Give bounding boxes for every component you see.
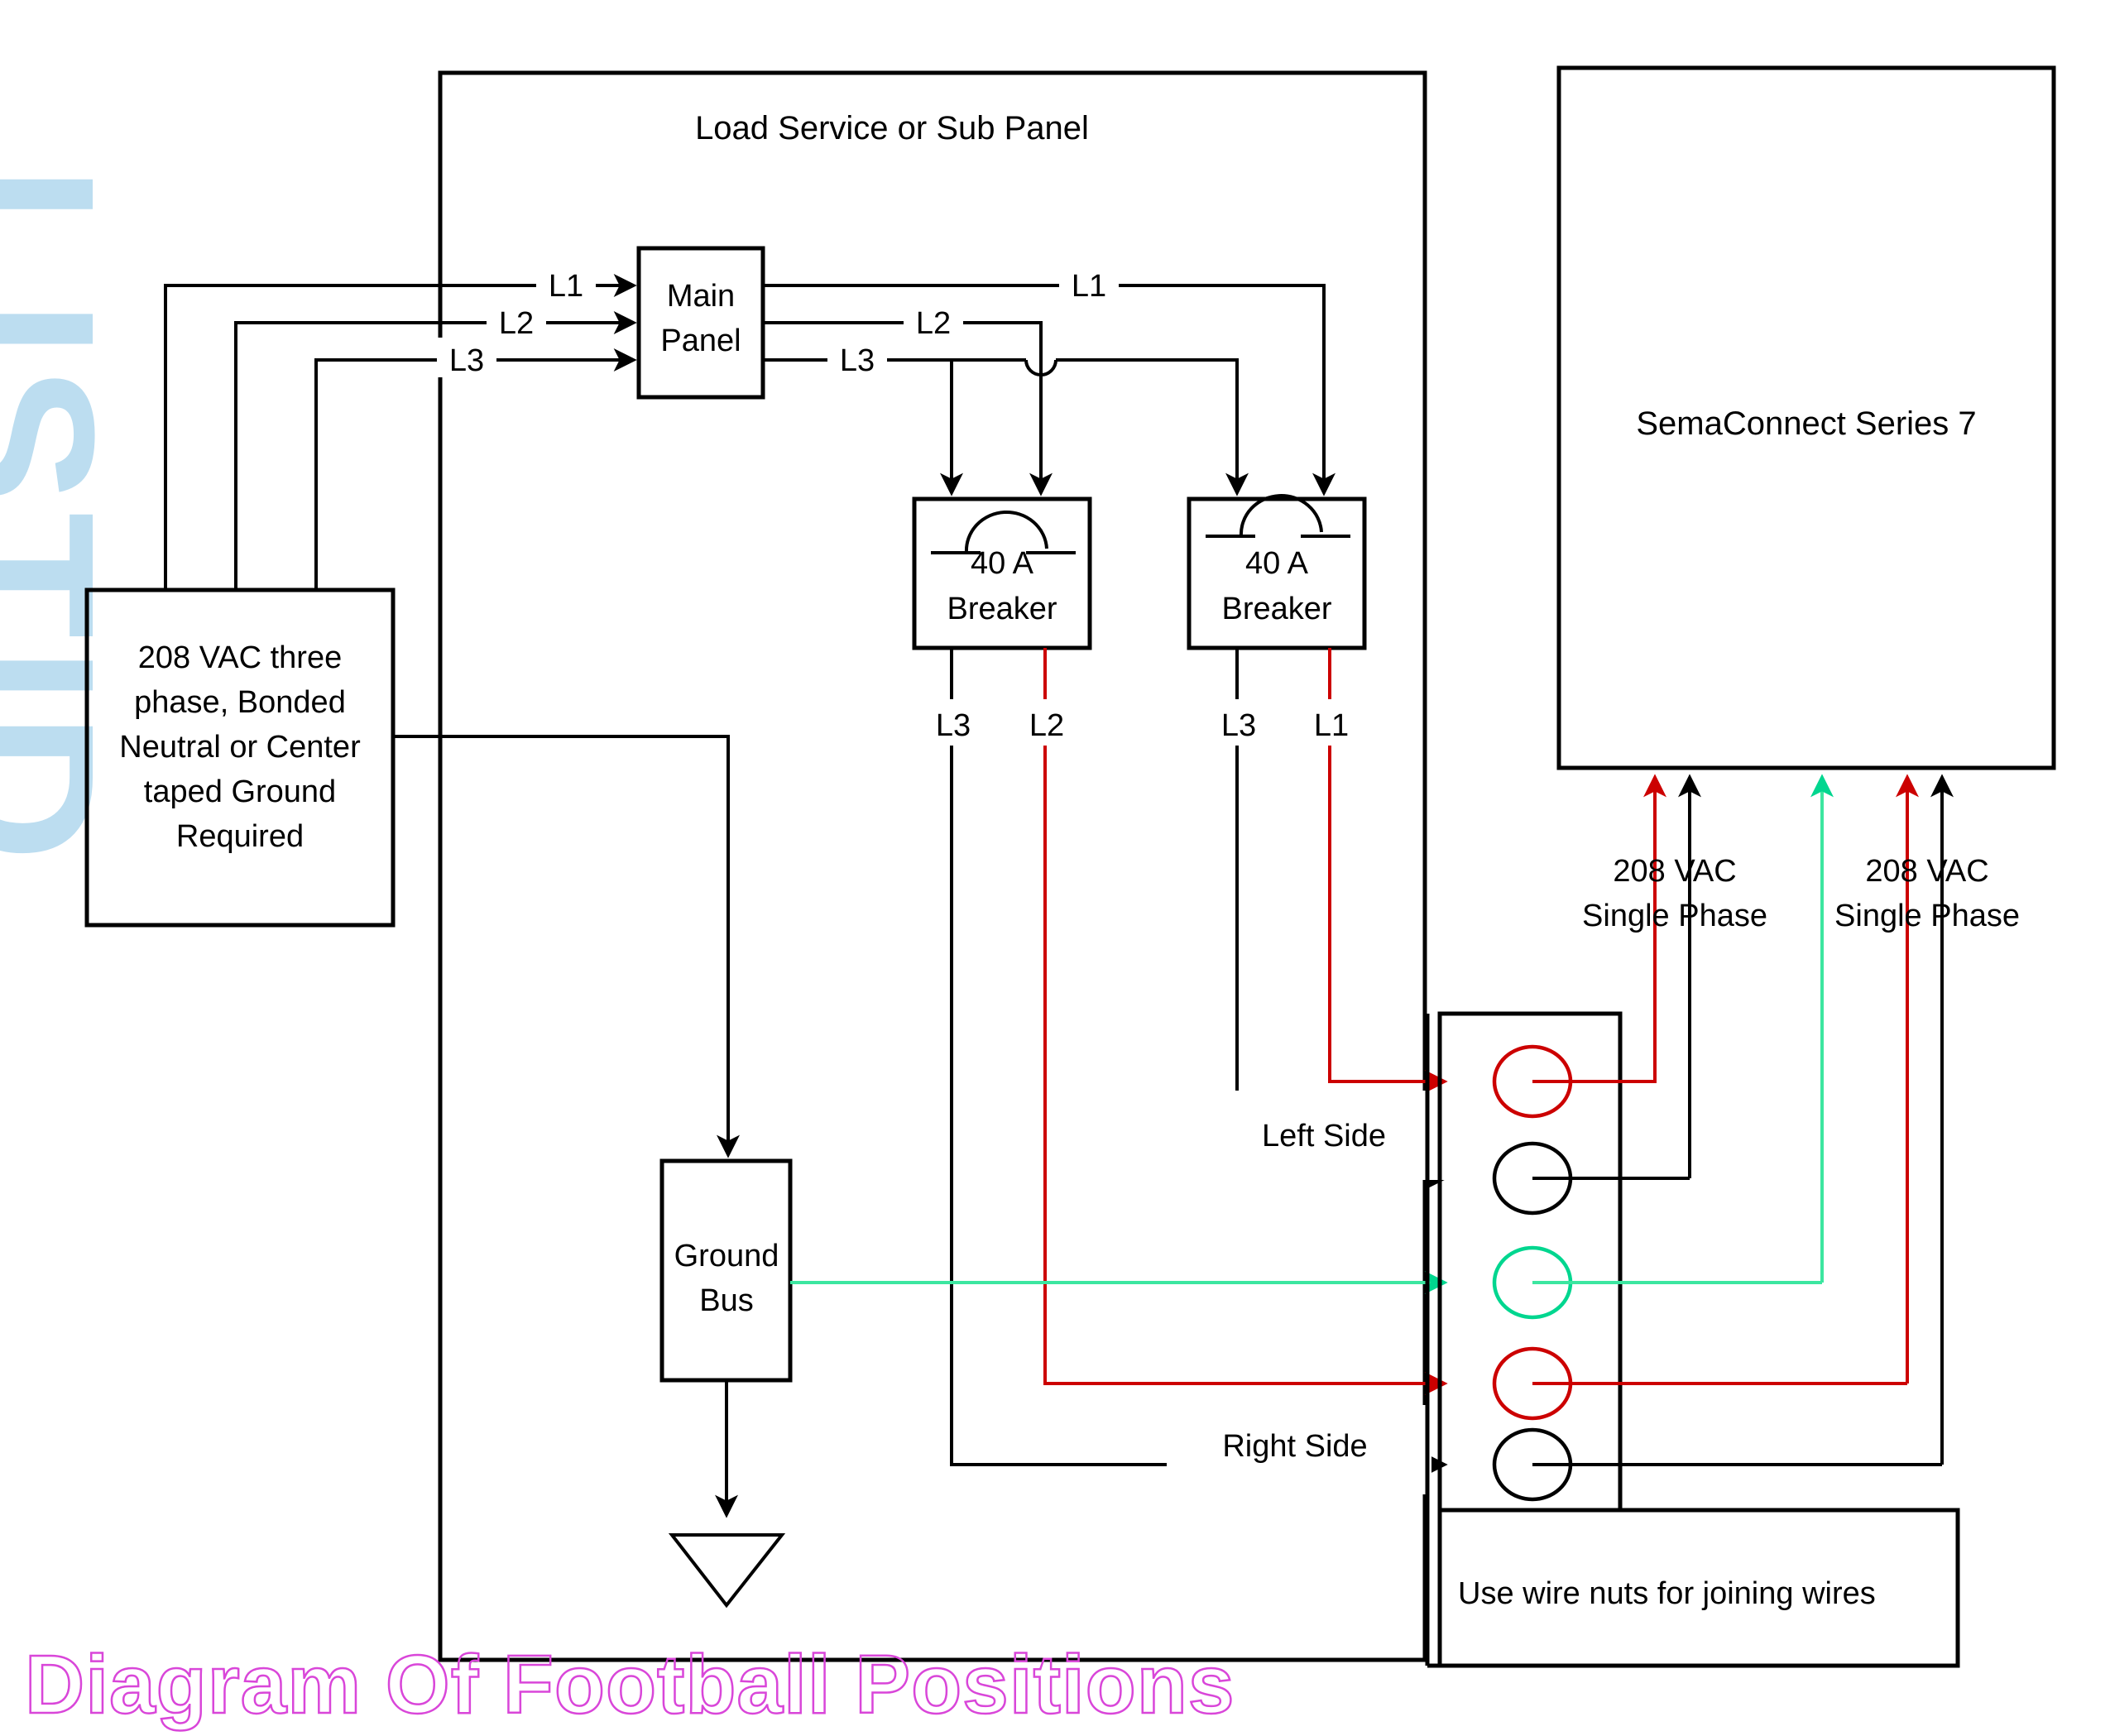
earth-ground-symbol	[668, 1533, 786, 1609]
panel-out-l3-label: L3	[840, 343, 875, 378]
ground-bus-label-line1: Ground	[674, 1239, 779, 1273]
left-side-label: Left Side	[1262, 1119, 1386, 1153]
breaker-right-rating: 40 A	[1245, 546, 1309, 581]
feeder-l3-label: L3	[449, 343, 484, 378]
feeder-l1-label: L1	[549, 269, 583, 304]
panel-out-l1-wire	[763, 284, 1336, 496]
nut1-to-evse-left-red	[1532, 1030, 1657, 1083]
breaker-right-name: Breaker	[1221, 592, 1331, 626]
evse-right-supply-label-line2: Single Phase	[1834, 899, 2020, 933]
panel-out-l2-label: L2	[916, 306, 951, 341]
feeder-l2-wire	[234, 311, 637, 590]
panel-out-l2-wire	[763, 321, 1053, 496]
ground-bus-label-line2: Bus	[699, 1283, 753, 1318]
side-watermark: LISTID	[0, 165, 137, 870]
breaker-left-name: Breaker	[947, 592, 1057, 626]
source-line-2: phase, Bonded	[134, 685, 346, 720]
side-watermark-text: LISTID	[0, 165, 137, 870]
evse-left-supply-label-line2: Single Phase	[1582, 899, 1767, 933]
right-side-label: Right Side	[1222, 1429, 1367, 1464]
breaker-left-red-out-wire	[1043, 648, 1448, 1395]
diagram-canvas: LISTID Load Service or Sub Panel 208 VAC…	[0, 0, 2110, 1736]
source-ground-to-bus-wire	[393, 735, 740, 1158]
wire-nut-column-box	[1437, 1011, 1623, 1513]
breaker-left-black-label: L3	[936, 708, 971, 743]
evse-right-supply-label-line1: 208 VAC	[1865, 854, 1988, 889]
breaker-right-black-label: L3	[1221, 708, 1256, 743]
source-line-3: Neutral or Center	[119, 730, 361, 765]
breaker-left-rating: 40 A	[971, 546, 1034, 581]
wire-nut-note-label: Use wire nuts for joining wires	[1458, 1576, 1876, 1611]
wiring-diagram: LISTID Load Service or Sub Panel 208 VAC…	[0, 65, 2056, 1732]
breaker-left-black-out-wire	[950, 648, 1448, 1476]
source-line-4: taped Ground	[144, 774, 336, 809]
feeder-l2-label: L2	[499, 306, 534, 341]
evse-name-label: SemaConnect Series 7	[1636, 405, 1976, 442]
feeder-l3-wire	[314, 348, 637, 590]
breaker-right-arc-icon	[1239, 493, 1323, 537]
evse-left-supply-label-line1: 208 VAC	[1613, 854, 1736, 889]
main-panel-label-line2: Panel	[660, 324, 741, 358]
main-panel-label-line1: Main	[667, 279, 735, 314]
breaker-left-red-label: L2	[1029, 708, 1064, 743]
load-service-panel-title: Load Service or Sub Panel	[695, 110, 1089, 146]
source-line-5: Required	[176, 819, 304, 854]
bottom-watermark-text: Diagram Of Football Positions	[25, 1638, 1235, 1731]
panel-out-l1-label: L1	[1072, 269, 1106, 304]
panel-out-l3-wire-b	[1056, 358, 1249, 496]
source-line-1: 208 VAC three	[138, 640, 342, 675]
main-panel-box	[636, 246, 765, 400]
breaker-right-red-label: L1	[1314, 708, 1349, 743]
